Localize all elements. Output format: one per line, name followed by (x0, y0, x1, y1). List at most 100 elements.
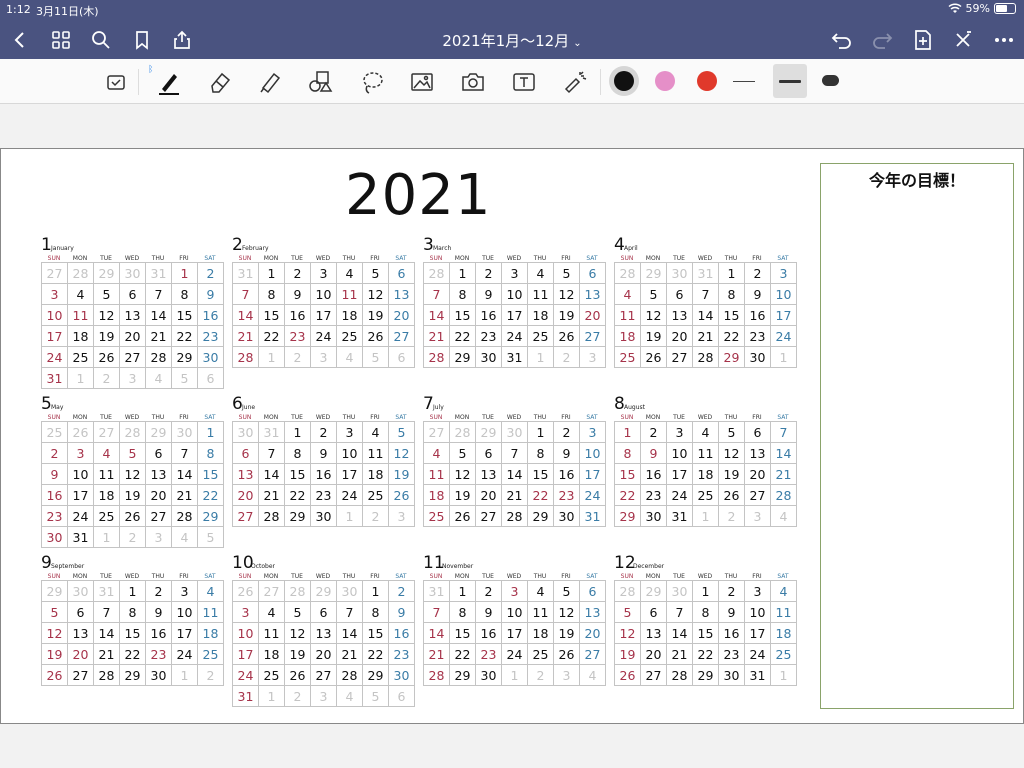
eraser-icon[interactable] (205, 67, 235, 97)
pen-icon[interactable] (154, 67, 184, 97)
day-cell: 28 (285, 581, 311, 602)
day-cell: 19 (363, 305, 389, 326)
day-cell: 6 (476, 443, 502, 464)
lasso-icon[interactable] (357, 67, 387, 97)
text-icon[interactable] (509, 67, 539, 97)
read-only-icon[interactable] (101, 67, 131, 97)
day-cell: 21 (667, 644, 693, 665)
day-cell: 25 (337, 326, 363, 347)
day-cell: 12 (641, 305, 667, 326)
day-cell: 2 (389, 581, 415, 602)
day-cell: 20 (68, 644, 94, 665)
day-cell: 10 (42, 305, 68, 326)
day-cell: 25 (363, 485, 389, 506)
add-page-icon[interactable] (911, 28, 935, 52)
day-cell: 21 (337, 644, 363, 665)
day-grid: 27 28 29 30 31 1 2 3 4 5 6 7 8 9 10 11 12 13 14 15 16 17 18 19 2… (41, 262, 224, 389)
day-cell: 26 (615, 665, 641, 686)
weekday-label: MON (645, 414, 661, 421)
day-cell: 30 (120, 263, 146, 284)
goal-box[interactable]: 今年の目標！ (820, 163, 1014, 709)
day-cell: 4 (146, 368, 172, 389)
day-cell: 3 (311, 263, 337, 284)
day-cell: 25 (198, 644, 224, 665)
weekday-label: MON (645, 255, 661, 262)
day-cell: 28 (94, 665, 120, 686)
day-cell: 16 (476, 623, 502, 644)
color-swatch-pink[interactable] (655, 71, 675, 91)
day-cell: 16 (285, 305, 311, 326)
day-cell: 20 (641, 644, 667, 665)
day-cell: 30 (337, 581, 363, 602)
day-cell: 20 (476, 485, 502, 506)
day-cell: 3 (311, 347, 337, 368)
day-cell: 2 (719, 506, 745, 527)
highlighter-icon[interactable] (255, 67, 285, 97)
bluetooth-icon: ᛒ (148, 65, 154, 75)
camera-icon[interactable] (458, 67, 488, 97)
weekday-label: FRI (370, 573, 380, 580)
day-cell: 26 (94, 347, 120, 368)
image-icon[interactable] (407, 67, 437, 97)
color-swatch-red[interactable] (697, 71, 717, 91)
day-cell: 11 (198, 602, 224, 623)
notebook-page[interactable]: 2021 1 January SUN MON TUE WED THU FRI SAT 27 28 29… (0, 148, 1024, 724)
day-cell: 23 (745, 326, 771, 347)
more-icon[interactable] (992, 28, 1016, 52)
day-cell: 4 (94, 443, 120, 464)
day-cell: 11 (693, 443, 719, 464)
day-cell: 25 (528, 644, 554, 665)
day-cell: 5 (285, 602, 311, 623)
shapes-icon[interactable] (305, 67, 335, 97)
day-cell: 14 (502, 464, 528, 485)
day-cell: 17 (502, 305, 528, 326)
day-cell: 18 (259, 644, 285, 665)
nav-bar: 2021年1月〜12月 ⌄ (0, 20, 1024, 59)
day-cell: 18 (528, 623, 554, 644)
day-cell: 15 (450, 623, 476, 644)
weekday-label: SUN (47, 255, 61, 262)
day-cell: 7 (424, 284, 450, 305)
day-cell: 11 (68, 305, 94, 326)
stroke-thick[interactable] (822, 75, 839, 86)
day-cell: 17 (233, 644, 259, 665)
close-x-icon[interactable] (951, 28, 975, 52)
day-cell: 24 (771, 326, 797, 347)
day-cell: 26 (68, 422, 94, 443)
color-swatch-black[interactable] (614, 71, 634, 91)
weekday-label: TUE (482, 414, 494, 421)
weekday-label: SAT (204, 573, 216, 580)
laser-pointer-icon[interactable] (560, 67, 590, 97)
day-cell: 21 (502, 485, 528, 506)
day-cell: 27 (233, 506, 259, 527)
stroke-medium[interactable] (779, 80, 801, 83)
undo-icon[interactable] (830, 28, 854, 52)
weekday-label: SAT (395, 414, 407, 421)
day-cell: 30 (68, 581, 94, 602)
redo-icon[interactable] (870, 28, 894, 52)
day-cell: 7 (259, 443, 285, 464)
weekday-label: SAT (777, 414, 789, 421)
day-cell: 6 (311, 602, 337, 623)
day-cell: 16 (476, 305, 502, 326)
stroke-thin[interactable] (733, 81, 755, 82)
month-name: July (433, 404, 444, 411)
day-cell: 16 (42, 485, 68, 506)
weekday-label: TUE (673, 573, 685, 580)
day-cell: 19 (615, 644, 641, 665)
weekday-label: WED (506, 573, 522, 580)
day-cell: 28 (424, 347, 450, 368)
day-cell: 26 (450, 506, 476, 527)
day-cell: 4 (615, 284, 641, 305)
day-cell: 18 (363, 464, 389, 485)
day-cell: 28 (424, 665, 450, 686)
day-cell: 27 (580, 326, 606, 347)
day-cell: 15 (719, 305, 745, 326)
day-cell: 17 (311, 305, 337, 326)
day-grid: 25 26 27 28 29 30 1 2 3 4 5 6 7 8 9 10 11 12 13 14 15 16 17 18 1… (41, 421, 224, 548)
day-cell: 12 (615, 623, 641, 644)
month-name: August (624, 404, 645, 411)
weekday-label: THU (724, 573, 738, 580)
day-cell: 4 (771, 506, 797, 527)
weekday-label: THU (533, 414, 547, 421)
